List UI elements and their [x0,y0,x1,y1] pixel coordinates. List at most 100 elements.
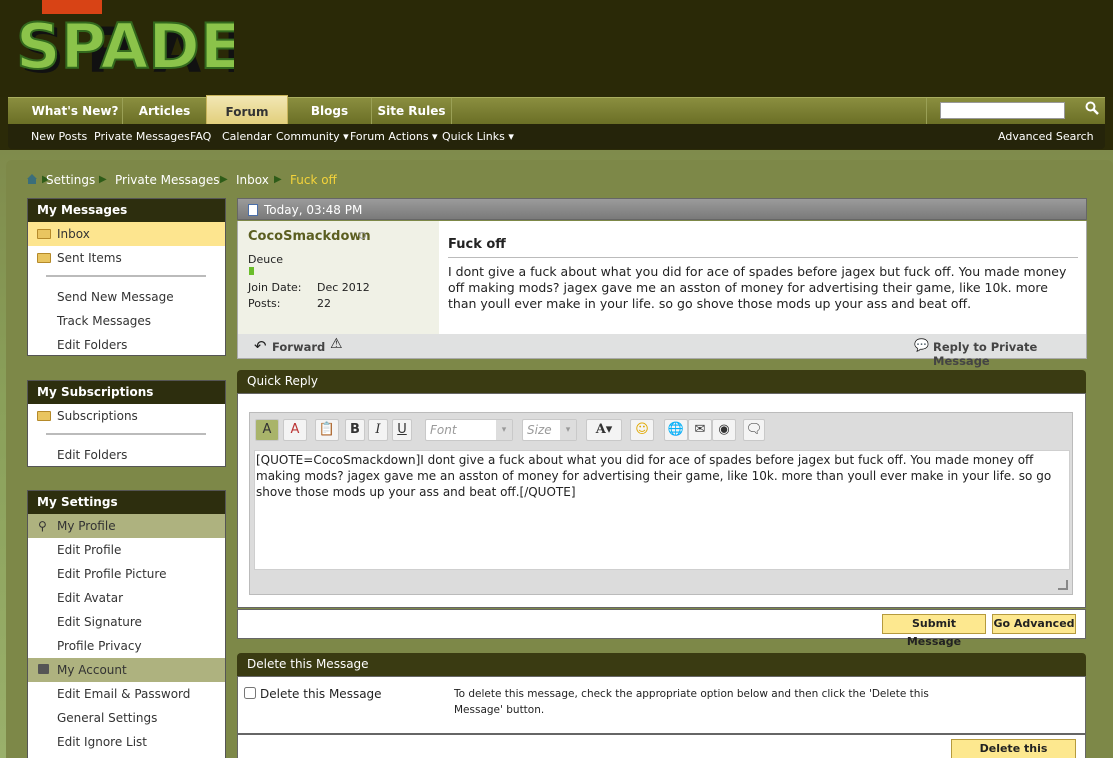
join-date-value: Dec 2012 [317,281,370,294]
subnav-forum-actions[interactable]: Forum Actions ▾ [350,130,438,143]
document-icon [248,204,258,216]
sidebar-item-label: Subscriptions [57,409,138,423]
resize-handle[interactable] [1058,580,1068,590]
folder-icon [37,253,51,263]
breadcrumb-current: Fuck off [290,173,337,187]
sidebar-item-label: Edit Profile Picture [57,567,167,581]
breadcrumb-arrow-icon: ▶ [220,174,228,185]
subnav-quick-links[interactable]: Quick Links ▾ [442,130,514,143]
posts-value: 22 [317,297,331,310]
join-date-label: Join Date: [248,281,302,294]
sidebar-item-inbox[interactable]: Inbox [28,222,225,246]
smilies-icon[interactable]: ☺ [630,419,654,441]
email-icon[interactable]: ✉ [688,419,712,441]
sidebar-item-label: Track Messages [57,314,152,328]
reputation-icon [249,267,254,275]
sidebar-item-general-settings[interactable]: General Settings [28,706,225,730]
editor: A A 📋 B I U Font ▾ Size ▾ A▾ ☺ 🌐 ✉ ◉ 🗨 [QU… [249,412,1073,595]
quote-icon[interactable]: 🗨 [743,419,765,441]
reply-button[interactable]: Reply to Private Message [933,340,1086,368]
warning-icon[interactable]: ⚠ [330,336,343,352]
tab-whats-new[interactable]: What's New? [28,98,123,125]
search-input[interactable] [940,102,1065,119]
sidebar-item-label: Send New Message [57,290,174,304]
sidebar-item-edit-signature[interactable]: Edit Signature [28,610,225,634]
delete-message-button[interactable]: Delete this Message [951,739,1076,758]
sidebar-item-label: My Account [57,663,127,677]
posts-label: Posts: [248,297,281,310]
go-advanced-button[interactable]: Go Advanced [992,614,1076,634]
tab-site-rules[interactable]: Site Rules [372,98,452,125]
delete-instructions: To delete this message, check the approp… [454,688,929,716]
subnav-faq[interactable]: FAQ [190,130,211,143]
divider [46,433,206,435]
remove-format-icon[interactable]: A [283,419,307,441]
breadcrumb-private-messages[interactable]: Private Messages [115,173,220,187]
message-title: Fuck off [448,237,1078,258]
sidebar-item-send-new[interactable]: Send New Message [28,285,225,309]
bold-icon[interactable]: B [345,419,365,441]
italic-icon[interactable]: I [368,419,388,441]
folder-icon [37,229,51,239]
sub-navbar: New Posts Private Messages FAQ Calendar … [8,124,1105,149]
folder-icon [37,411,51,421]
quick-reply-textarea[interactable]: [QUOTE=CocoSmackdown]I dont give a fuck … [254,450,1070,570]
home-icon[interactable] [26,173,38,188]
subnav-private-messages[interactable]: Private Messages [94,130,190,143]
delete-actions: Delete this Message [237,734,1086,758]
quick-reply-actions: Submit Message Go Advanced [237,609,1086,648]
message-text: I dont give a fuck about what you did fo… [448,264,1067,311]
sidebar-item-edit-profile-picture[interactable]: Edit Profile Picture [28,562,225,586]
font-color-icon[interactable]: A▾ [586,419,622,441]
sidebar-item-label: General Settings [57,711,158,725]
sidebar-item-track[interactable]: Track Messages [28,309,225,333]
sidebar-item-label: Edit Ignore List [57,735,147,749]
delete-checkbox[interactable] [244,687,256,699]
search-icon[interactable] [1081,100,1103,122]
lock-icon [38,664,49,674]
sidebar-item-sent[interactable]: Sent Items [28,246,225,270]
sidebar-group-my-account[interactable]: My Account [28,658,225,682]
breadcrumb-settings[interactable]: Settings [46,173,95,187]
image-icon[interactable]: ◉ [712,419,736,441]
advanced-search-link[interactable]: Advanced Search [998,130,1094,143]
sidebar-item-edit-profile[interactable]: Edit Profile [28,538,225,562]
tab-articles[interactable]: Articles [123,98,207,125]
sidebar-item-edit-avatar[interactable]: Edit Avatar [28,586,225,610]
delete-panel-title: Delete this Message [237,653,1086,676]
sidebar-item-label: Inbox [57,227,90,241]
sidebar-item-profile-privacy[interactable]: Profile Privacy [28,634,225,658]
switch-mode-icon[interactable]: A [255,419,279,441]
my-settings-block: My Settings ⚲ My Profile Edit Profile Ed… [27,490,226,758]
sidebar-item-edit-email-password[interactable]: Edit Email & Password [28,682,225,706]
sidebar-item-edit-folders[interactable]: Edit Folders [28,333,225,357]
sidebar-item-label: Edit Profile [57,543,122,557]
my-subscriptions-title: My Subscriptions [28,381,225,404]
font-select[interactable]: Font ▾ [425,419,513,441]
subnav-calendar[interactable]: Calendar [222,130,271,143]
sidebar-item-label: Profile Privacy [57,639,142,653]
breadcrumb-inbox[interactable]: Inbox [236,173,269,187]
tab-forum[interactable]: Forum [206,95,288,125]
subnav-new-posts[interactable]: New Posts [31,130,87,143]
sidebar-item-edit-ignore-list[interactable]: Edit Ignore List [28,730,225,754]
my-settings-title: My Settings [28,491,225,514]
size-select[interactable]: Size ▾ [522,419,577,441]
sidebar-item-subscriptions[interactable]: Subscriptions [28,404,225,428]
offline-status-icon [359,232,366,239]
subnav-community[interactable]: Community ▾ [276,130,349,143]
tab-blogs[interactable]: Blogs [288,98,372,125]
link-icon[interactable]: 🌐 [664,419,688,441]
breadcrumb-arrow-icon: ▶ [99,174,107,185]
sidebar-item-label: Edit Signature [57,615,142,629]
my-messages-title: My Messages [28,199,225,222]
site-logo[interactable]: S P A D E S SPADES [14,0,234,88]
underline-icon[interactable]: U [392,419,412,441]
username-link[interactable]: CocoSmackdown [248,229,371,244]
sidebar-item-edit-folders-subs[interactable]: Edit Folders [28,443,225,467]
submit-message-button[interactable]: Submit Message [882,614,986,648]
sidebar-item-label: Edit Folders [57,448,128,462]
paste-icon[interactable]: 📋 [315,419,339,441]
sidebar-group-my-profile[interactable]: ⚲ My Profile [28,514,225,538]
forward-button[interactable]: Forward [272,340,325,354]
